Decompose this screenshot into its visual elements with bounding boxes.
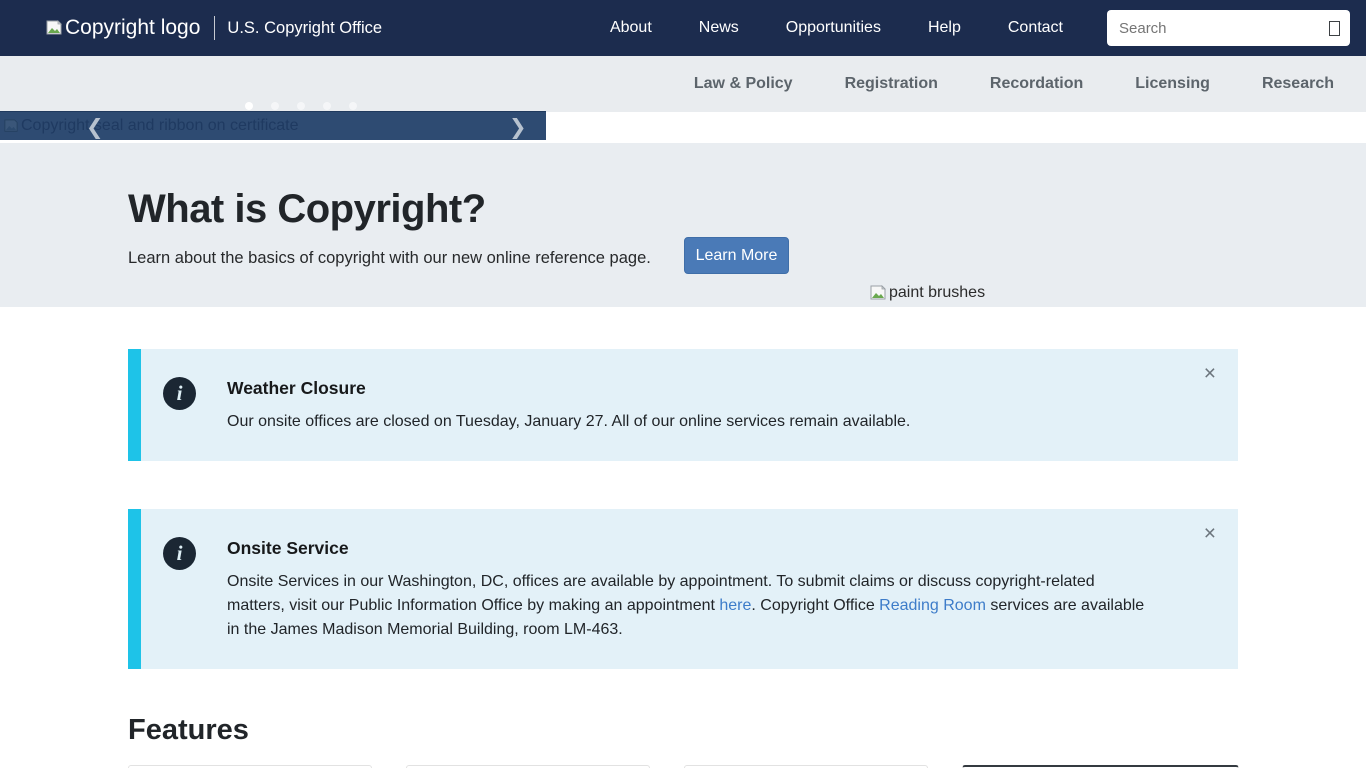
carousel-image-broken: Copyright seal and ribbon on certificate: [3, 117, 299, 135]
subnav-recordation[interactable]: Recordation: [990, 75, 1083, 93]
close-icon[interactable]: ×: [1198, 522, 1222, 545]
reading-room-link[interactable]: Reading Room: [879, 597, 986, 614]
nav-help[interactable]: Help: [928, 19, 961, 37]
info-icon: i: [163, 537, 196, 570]
carousel-banner: Copyright seal and ribbon on certificate…: [0, 111, 546, 140]
carousel-dots: [245, 102, 357, 110]
hero-image-alt-text: paint brushes: [889, 284, 985, 302]
broken-image-icon: [3, 119, 19, 133]
carousel-alt-text: Copyright seal and ribbon on certificate: [21, 117, 299, 135]
appointment-link[interactable]: here: [719, 597, 751, 614]
alert-weather-closure: i Weather Closure Our onsite offices are…: [128, 349, 1238, 461]
hero-image-broken: paint brushes: [869, 284, 985, 302]
brand[interactable]: Copyright logo U.S. Copyright Office: [45, 16, 382, 40]
nav-opportunities[interactable]: Opportunities: [786, 19, 881, 37]
info-icon: i: [163, 377, 196, 410]
learn-more-button[interactable]: Learn More: [684, 237, 789, 274]
hero-subtitle: Learn about the basics of copyright with…: [128, 249, 651, 268]
alert-body: Onsite Services in our Washington, DC, o…: [227, 570, 1152, 642]
site-name: U.S. Copyright Office: [227, 19, 382, 38]
carousel-next-icon[interactable]: ❯: [503, 112, 533, 140]
subnav-research[interactable]: Research: [1262, 75, 1334, 93]
search-box[interactable]: [1107, 10, 1350, 46]
broken-image-icon: [45, 20, 63, 36]
subnav-law-policy[interactable]: Law & Policy: [694, 75, 793, 93]
search-icon[interactable]: [1329, 21, 1340, 36]
carousel-dot-4[interactable]: [323, 102, 331, 110]
secondary-nav: Law & Policy Registration Recordation Li…: [0, 56, 1366, 112]
alert-body-text: . Copyright Office: [751, 597, 879, 614]
carousel-dot-5[interactable]: [349, 102, 357, 110]
copyright-office-homepage: Copyright logo U.S. Copyright Office Abo…: [0, 0, 1366, 768]
features-heading: Features: [128, 714, 249, 747]
carousel-prev-icon[interactable]: ❮: [80, 112, 110, 140]
brand-divider: [214, 16, 215, 40]
alert-body: Our onsite offices are closed on Tuesday…: [227, 410, 1152, 434]
subnav-licensing[interactable]: Licensing: [1135, 75, 1210, 93]
nav-about[interactable]: About: [610, 19, 652, 37]
carousel-dot-1[interactable]: [245, 102, 253, 110]
hero-title: What is Copyright?: [128, 187, 486, 232]
broken-image-icon: [869, 285, 887, 301]
top-header: Copyright logo U.S. Copyright Office Abo…: [0, 0, 1366, 56]
top-nav: About News Opportunities Help Contact: [610, 19, 1063, 37]
nav-news[interactable]: News: [699, 19, 739, 37]
carousel-dot-3[interactable]: [297, 102, 305, 110]
alert-onsite-service: i Onsite Service Onsite Services in our …: [128, 509, 1238, 669]
nav-contact[interactable]: Contact: [1008, 19, 1063, 37]
logo-alt-text: Copyright logo: [65, 16, 200, 40]
alert-title: Onsite Service: [227, 538, 349, 559]
close-icon[interactable]: ×: [1198, 362, 1222, 385]
hero-section: What is Copyright? Learn about the basic…: [0, 143, 1366, 307]
search-input[interactable]: [1117, 19, 1329, 38]
subnav-registration[interactable]: Registration: [845, 75, 938, 93]
alert-title: Weather Closure: [227, 378, 366, 399]
carousel-dot-2[interactable]: [271, 102, 279, 110]
